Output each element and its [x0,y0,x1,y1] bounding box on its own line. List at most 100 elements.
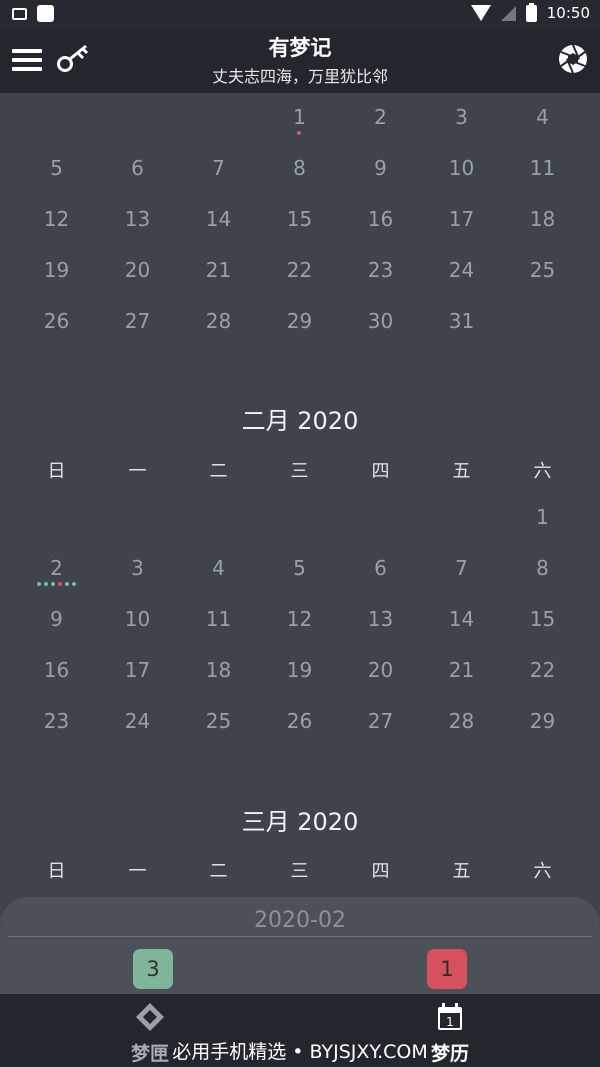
calendar-day[interactable]: 20 [340,658,421,682]
calendar-day[interactable]: 13 [97,207,178,231]
calendar-day[interactable]: 8 [259,156,340,180]
weekday-label: 六 [533,861,552,882]
calendar-day[interactable]: 12 [259,607,340,631]
calendar-day[interactable]: 11 [502,156,583,180]
calendar-day[interactable]: 1 [502,505,583,529]
calendar-day[interactable]: 20 [97,258,178,282]
entry-dot [71,582,76,586]
status-bar: 10:50 [0,0,600,30]
calendar-day[interactable]: 5 [16,156,97,180]
panel-month-label: 2020-02 [254,908,346,933]
calendar-day[interactable]: 11 [178,607,259,631]
calendar-day[interactable]: 30 [340,309,421,333]
calendar-icon: 1 [438,1003,462,1030]
calendar-day[interactable]: 23 [340,258,421,282]
month-summary-panel[interactable]: 2020-02 3 1 [0,897,600,997]
calendar-day[interactable]: 29 [259,309,340,333]
calendar-day[interactable]: 14 [421,607,502,631]
calendar-day[interactable]: 17 [421,207,502,231]
calendar-day[interactable]: 15 [502,607,583,631]
month-title: 二月 2020 [241,407,359,435]
calendar-day[interactable]: 12 [16,207,97,231]
calendar-day[interactable]: 26 [16,309,97,333]
calendar-day[interactable]: 7 [178,156,259,180]
watermark: 必用手机精选 • BYJSJXY.COM [172,1041,428,1063]
calendar-day[interactable]: 7 [421,556,502,580]
calendar-day[interactable]: 21 [421,658,502,682]
calendar-day[interactable]: 10 [421,156,502,180]
calendar-day[interactable]: 6 [340,556,421,580]
calendar-day[interactable]: 8 [502,556,583,580]
panel-divider [8,936,592,937]
calendar-day[interactable]: 22 [502,658,583,682]
weekday-label: 四 [371,461,390,482]
calendar-day[interactable]: 26 [259,709,340,733]
weekday-label: 五 [452,461,471,482]
calendar-day[interactable]: 4 [502,105,583,129]
shutter-icon[interactable] [558,44,588,74]
calendar-day[interactable]: 27 [340,709,421,733]
calendar-day[interactable]: 1 [259,105,340,129]
calendar-day[interactable]: 16 [16,658,97,682]
diamond-box-icon [136,1003,164,1031]
calendar-day[interactable]: 4 [178,556,259,580]
wifi-icon [470,5,491,21]
calendar-day[interactable]: 18 [502,207,583,231]
calendar-day[interactable]: 17 [97,658,178,682]
entry-dot [43,582,48,586]
dream-count-badge[interactable]: 3 [133,949,173,989]
calendar-day[interactable]: 3 [97,556,178,580]
month-title: 三月 2020 [241,808,359,836]
calendar-day[interactable]: 19 [16,258,97,282]
calendar-list[interactable]: 1 2 3 4 5 6 7 8 9 10 11 12 13 14 15 16 17 18 19 20 21 22 23 24 2… [0,93,600,903]
weekday-label: 一 [128,861,147,882]
calendar-day[interactable]: 2 [340,105,421,129]
calendar-day[interactable]: 28 [178,309,259,333]
calendar-day[interactable]: 6 [97,156,178,180]
weekday-label: 三 [290,461,309,482]
weekday-label: 五 [452,861,471,882]
calendar-day[interactable]: 21 [178,258,259,282]
entry-dot [36,582,41,586]
calendar-day[interactable]: 25 [502,258,583,282]
weekday-label: 三 [290,861,309,882]
calendar-day[interactable]: 13 [340,607,421,631]
calendar-day[interactable]: 28 [421,709,502,733]
entry-dots [297,131,301,135]
image-icon [12,7,27,20]
app-title: 有梦记 [268,36,332,60]
calendar-day[interactable]: 14 [178,207,259,231]
calendar-day[interactable]: 22 [259,258,340,282]
calendar-day[interactable]: 24 [421,258,502,282]
status-time: 10:50 [546,4,590,22]
entry-dot [64,582,69,586]
calendar-day[interactable]: 5 [259,556,340,580]
calendar-day[interactable]: 23 [16,709,97,733]
calendar-day[interactable]: 25 [178,709,259,733]
entry-dot [297,131,301,135]
calendar-day[interactable]: 27 [97,309,178,333]
entry-dots [36,582,76,586]
event-count-badge[interactable]: 1 [427,949,467,989]
calendar-day[interactable]: 15 [259,207,340,231]
calendar-day[interactable]: 24 [97,709,178,733]
calendar-day[interactable]: 10 [97,607,178,631]
calendar-day[interactable]: 9 [340,156,421,180]
calendar-day[interactable]: 31 [421,309,502,333]
calendar-day[interactable]: 2 [16,556,97,580]
weekday-label: 日 [47,461,66,482]
calendar-day[interactable]: 16 [340,207,421,231]
calendar-day[interactable]: 19 [259,658,340,682]
battery-icon [525,2,537,22]
app-bar: 有梦记 丈夫志四海，万里犹比邻 [0,30,600,93]
calendar-day[interactable]: 9 [16,607,97,631]
weekday-label: 二 [209,861,228,882]
weekday-label: 一 [128,461,147,482]
calendar-day[interactable]: 18 [178,658,259,682]
calendar-day[interactable]: 29 [502,709,583,733]
app-subtitle: 丈夫志四海，万里犹比邻 [211,67,388,86]
weekday-label: 日 [47,861,66,882]
calendar-day[interactable]: 3 [421,105,502,129]
weekday-label: 二 [209,461,228,482]
square-icon [37,5,54,22]
